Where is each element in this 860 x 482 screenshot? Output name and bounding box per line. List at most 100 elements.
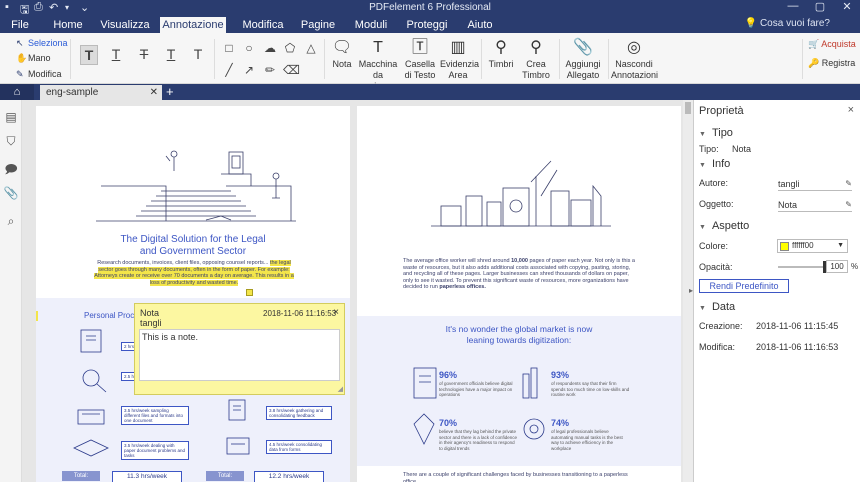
menu-visualizza[interactable]: Visualizza	[100, 17, 150, 33]
create-stamp-button[interactable]: ⚲ Crea Timbro	[518, 37, 554, 81]
cloud-icon[interactable]: ☁	[263, 41, 277, 55]
ribbon-divider	[214, 39, 215, 79]
resize-grip-icon[interactable]: ◢	[338, 385, 343, 393]
attachment-icon[interactable]: 📎	[3, 186, 19, 202]
title-bar: ▪ 🖫 ⎙ ↶ ▾ ⌄ PDFelement 6 Professional — …	[0, 0, 860, 16]
section-info[interactable]: ▼ Info	[699, 158, 730, 170]
modified-value: 2018-11-06 11:16:53	[756, 342, 839, 352]
chevron-down-icon: ▼	[699, 224, 706, 231]
comments-icon[interactable]: 🗩	[3, 160, 19, 176]
pdf-page-1: The Digital Solution for the Legal and G…	[36, 106, 350, 482]
text-box-button[interactable]: 🅃 Casella di Testo	[402, 37, 438, 81]
menu-home[interactable]: Home	[47, 17, 89, 33]
note-content-field[interactable]: This is a note.	[139, 329, 340, 381]
properties-close-button[interactable]: ×	[848, 104, 854, 116]
hide-annotations-button[interactable]: ◎ Nascondi Annotazioni	[611, 37, 658, 81]
text-tool-icon[interactable]: T	[80, 45, 98, 65]
hand-tool[interactable]: ✋Mano	[16, 51, 51, 65]
stat-text: believe that they lag behind the private…	[439, 429, 518, 451]
select-tool[interactable]: ↖ Seleziona	[16, 36, 68, 50]
edit-tool[interactable]: ✎ Modifica	[16, 67, 62, 81]
note-button[interactable]: 🗨 Nota	[328, 37, 356, 70]
stat-value: 93%	[551, 370, 570, 380]
arrow-icon[interactable]: ↗	[242, 63, 256, 77]
triangle-icon[interactable]: △	[304, 41, 318, 55]
reset-default-button[interactable]: Rendi Predefinito	[699, 279, 789, 293]
highlight-area-button[interactable]: ▥ Evidenzia Area	[440, 37, 479, 81]
hand-icon: ✋	[16, 53, 28, 63]
cursor-icon: ↖	[16, 38, 24, 48]
stat-value: 74%	[551, 418, 570, 428]
thumbnails-icon[interactable]: ▤	[3, 110, 19, 126]
opacity-unit: %	[851, 262, 859, 271]
document-view[interactable]: The Digital Solution for the Legal and G…	[23, 100, 693, 482]
ribbon-divider	[559, 39, 560, 79]
highlight-area-icon: ▥	[450, 39, 466, 56]
collapse-panel-icon[interactable]: ▸	[689, 286, 693, 295]
close-tab-icon[interactable]: ✕	[150, 85, 158, 100]
note-close-button[interactable]: ×	[333, 307, 339, 318]
total-value: 11.3 hrs/week	[112, 471, 182, 482]
menu-annotazione[interactable]: Annotazione	[160, 17, 226, 33]
dropdown-arrow-icon: ▼	[837, 242, 844, 249]
buy-button[interactable]: 🛒 Acquista	[808, 39, 858, 50]
page1-title: The Digital Solution for the Legal and G…	[120, 234, 266, 257]
close-window-button[interactable]: ✕	[838, 0, 856, 13]
cart-icon: 🛒	[808, 39, 820, 49]
oval-icon[interactable]: ○	[242, 41, 256, 55]
menu-file[interactable]: File	[5, 17, 35, 33]
stat-text: of respondents say that their firm spend…	[551, 381, 630, 397]
squiggly-text-icon[interactable]: T	[162, 45, 180, 63]
courthouse-illustration	[96, 150, 296, 222]
home-tab-button[interactable]: ⌂	[0, 84, 34, 100]
opacity-input[interactable]: 100	[826, 260, 848, 273]
stamps-button[interactable]: ⚲ Timbri	[486, 37, 516, 70]
section-type[interactable]: ▼ Tipo	[699, 127, 733, 139]
search-icon[interactable]: ⌕	[3, 214, 19, 230]
pencil-icon[interactable]: ✎	[845, 178, 852, 190]
strikethrough-text-icon[interactable]: T	[135, 45, 153, 63]
line-icon[interactable]: ╱	[222, 63, 236, 77]
menu-pagine[interactable]: Pagine	[298, 17, 338, 33]
document-tab[interactable]: eng-sample ✕	[40, 85, 162, 100]
bookmark-icon[interactable]: ⛉	[3, 134, 19, 150]
ribbon-annotazione: ↖ Seleziona ✋Mano ✎ Modifica T T T T T □ ○…	[0, 33, 860, 91]
menu-bar: File Home Visualizza Annotazione Modific…	[0, 16, 860, 33]
pencil-icon[interactable]: ✎	[845, 199, 852, 211]
process-label: 4.5 hrs/week consolidating data from for…	[266, 440, 332, 454]
menu-proteggi[interactable]: Proteggi	[402, 17, 452, 33]
stamp-icon: ⚲	[495, 39, 507, 56]
process-icons-left	[73, 329, 109, 457]
menu-aiuto[interactable]: Aiuto	[462, 17, 498, 33]
color-select[interactable]: ffffff00 ▼	[777, 239, 848, 253]
register-button[interactable]: 🔑 Registra	[808, 58, 858, 69]
pencil-icon[interactable]: ✏	[263, 63, 277, 77]
underline-text-icon[interactable]: T	[107, 45, 125, 63]
add-attachment-button[interactable]: 📎 Aggiungi Allegato	[562, 37, 604, 81]
add-tab-button[interactable]: +	[166, 84, 174, 100]
eraser-icon[interactable]: ⌫	[283, 63, 300, 77]
minimize-button[interactable]: —	[784, 0, 802, 12]
section-date[interactable]: ▼ Data	[699, 301, 735, 313]
tell-me-search[interactable]: 💡 Cosa vuoi fare?	[745, 18, 830, 29]
lightbulb-icon: 💡	[744, 18, 758, 29]
subject-field[interactable]: Nota ✎	[778, 199, 852, 212]
polygon-icon[interactable]: ⬠	[283, 41, 297, 55]
opacity-slider[interactable]	[778, 261, 826, 273]
home-icon: ⌂	[13, 86, 21, 98]
insert-text-icon[interactable]: T	[189, 45, 207, 63]
ribbon-divider	[70, 39, 71, 79]
maximize-button[interactable]: ▢	[811, 0, 829, 13]
ribbon-divider	[608, 39, 609, 79]
left-sidebar: ▤ ⛉ 🗩 📎 ⌕	[0, 100, 22, 482]
scrollbar-thumb[interactable]	[685, 102, 691, 114]
menu-modifica[interactable]: Modifica	[238, 17, 288, 33]
rectangle-icon[interactable]: □	[222, 41, 236, 55]
section-appearance[interactable]: ▼ Aspetto	[699, 220, 749, 232]
page2-heading: It's no wonder the global market is now …	[445, 324, 593, 345]
menu-moduli[interactable]: Moduli	[350, 17, 392, 33]
note-popup[interactable]: Nota tangli 2018-11-06 11:16:53 × This i…	[134, 303, 345, 395]
author-field[interactable]: tangli ✎	[778, 178, 852, 191]
process-label: 3.5 hrs/week sampling different files an…	[121, 406, 189, 425]
note-marker-icon[interactable]	[246, 289, 253, 296]
